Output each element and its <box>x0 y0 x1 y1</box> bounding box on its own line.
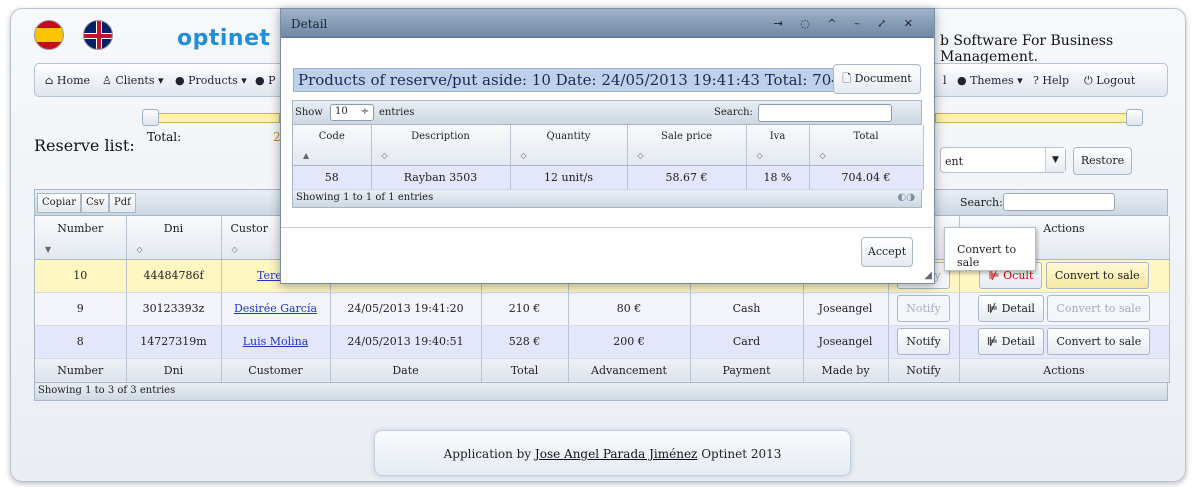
col-iva[interactable]: Iva ◇ <box>746 125 810 166</box>
customer-link[interactable]: Desirée García <box>234 302 317 315</box>
filter-select-value: ent <box>945 155 964 168</box>
csv-button[interactable]: Csv <box>81 193 110 213</box>
detail-button[interactable]: ⊯ Detail <box>977 328 1044 355</box>
pdf-button[interactable]: Pdf <box>109 193 136 213</box>
english-flag-icon[interactable] <box>83 20 113 50</box>
foot-total: Total <box>481 358 569 383</box>
foot-number: Number <box>35 358 127 383</box>
menu-partial-right[interactable]: l <box>943 74 947 87</box>
products-info: Showing 1 to 1 of 1 entries ◐◑ <box>293 189 921 207</box>
total-slider-track <box>150 113 280 123</box>
dialog-header: Products of reserve/put aside: 10 Date: … <box>293 68 884 92</box>
total-label: Total: <box>147 130 182 144</box>
search-label: Search: <box>960 196 1003 209</box>
col-code[interactable]: Code ▲ <box>293 125 372 166</box>
table-row: 9 30123393z Desirée García 24/05/2013 19… <box>35 292 1170 326</box>
products-search-input[interactable] <box>758 104 892 122</box>
divider <box>281 227 934 228</box>
restore-button[interactable]: Restore <box>1073 147 1132 175</box>
page-title: Reserve list: <box>34 136 135 155</box>
copy-button[interactable]: Copiar <box>37 193 82 213</box>
customer-link[interactable]: Luis Molina <box>243 335 309 348</box>
search-input[interactable] <box>1003 193 1115 211</box>
menu-themes[interactable]: ● Themes ▾ <box>957 74 1023 87</box>
pager-icon[interactable]: ◐◑ <box>898 192 915 203</box>
menu-partial[interactable]: ● P <box>255 74 276 87</box>
table-row: 58 Rayban 3503 12 unit/s 58.67 € 18 % 70… <box>293 165 924 190</box>
accept-button[interactable]: Accept <box>861 237 913 267</box>
col-description[interactable]: Description ◇ <box>371 125 511 166</box>
table-row: 8 14727319m Luis Molina 24/05/2013 19:40… <box>35 325 1170 359</box>
dialog-title: Detail <box>291 17 328 31</box>
detail-button[interactable]: ⊯ Detail <box>977 295 1044 322</box>
table-info: Showing 1 to 3 of 3 entries <box>35 382 1167 400</box>
chevron-down-icon: ▼ <box>1045 148 1065 172</box>
spanish-flag-icon[interactable] <box>34 20 64 50</box>
menu-help[interactable]: ? Help <box>1033 74 1069 87</box>
notify-button[interactable]: Notify <box>897 295 950 322</box>
menu-logout[interactable]: ⏻ Logout <box>1084 74 1135 88</box>
col-number[interactable]: Number ▼ <box>35 216 127 260</box>
convert-to-sale-button[interactable]: Convert to sale <box>1045 262 1149 289</box>
foot-notify: Notify <box>888 358 960 383</box>
col-quantity[interactable]: Quantity ◇ <box>510 125 628 166</box>
dialog-titlebar[interactable]: Detail ⇥ ◌ ^ – ⤢ ✕ <box>281 9 934 38</box>
col-sale-price[interactable]: Sale price ◇ <box>627 125 747 166</box>
logo: optinet <box>177 26 271 51</box>
convert-to-sale-button[interactable]: Convert to sale <box>1047 295 1151 322</box>
document-button[interactable]: 🗋 Document <box>833 64 921 94</box>
foot-actions: Actions <box>959 358 1170 383</box>
menu-home[interactable]: ⌂ Home <box>45 74 90 87</box>
foot-advancement: Advancement <box>568 358 691 383</box>
window-controls-icon[interactable]: ⇥ ◌ ^ – ⤢ ✕ <box>774 17 920 30</box>
slider-handle-max[interactable] <box>1126 109 1143 126</box>
tooltip: Convert to sale <box>944 227 1036 271</box>
foot-madeby: Made by <box>803 358 889 383</box>
products-toolbar: Show 10 ÷ entries Search: <box>293 101 921 125</box>
total-slider-track-right <box>935 113 1132 123</box>
menu-products[interactable]: ● Products ▾ <box>175 74 247 87</box>
resize-handle-icon[interactable]: ◢ <box>924 270 932 281</box>
entries-select[interactable]: 10 ÷ <box>330 104 374 121</box>
foot-dni: Dni <box>126 358 222 383</box>
col-dni[interactable]: Dni ◇ <box>126 216 222 260</box>
detail-dialog: Detail ⇥ ◌ ^ – ⤢ ✕ Products of reserve/p… <box>280 8 935 284</box>
foot-customer: Customer <box>221 358 331 383</box>
col-line-total[interactable]: Total ◇ <box>809 125 924 166</box>
convert-to-sale-button[interactable]: Convert to sale <box>1047 328 1151 355</box>
author-link[interactable]: Jose Angel Parada Jiménez <box>535 447 697 461</box>
filter-select[interactable]: ent ▼ <box>940 147 1066 173</box>
tagline: b Software For Business Management. <box>940 33 1114 65</box>
page-footer: Application by Jose Angel Parada Jiménez… <box>374 430 851 476</box>
notify-button[interactable]: Notify <box>897 328 950 355</box>
foot-payment: Payment <box>690 358 804 383</box>
foot-date: Date <box>330 358 482 383</box>
products-table: Show 10 ÷ entries Search: Code ▲ Descript… <box>292 100 924 208</box>
slider-handle-min[interactable] <box>142 109 159 126</box>
menu-clients[interactable]: ♙ Clients ▾ <box>102 74 164 87</box>
